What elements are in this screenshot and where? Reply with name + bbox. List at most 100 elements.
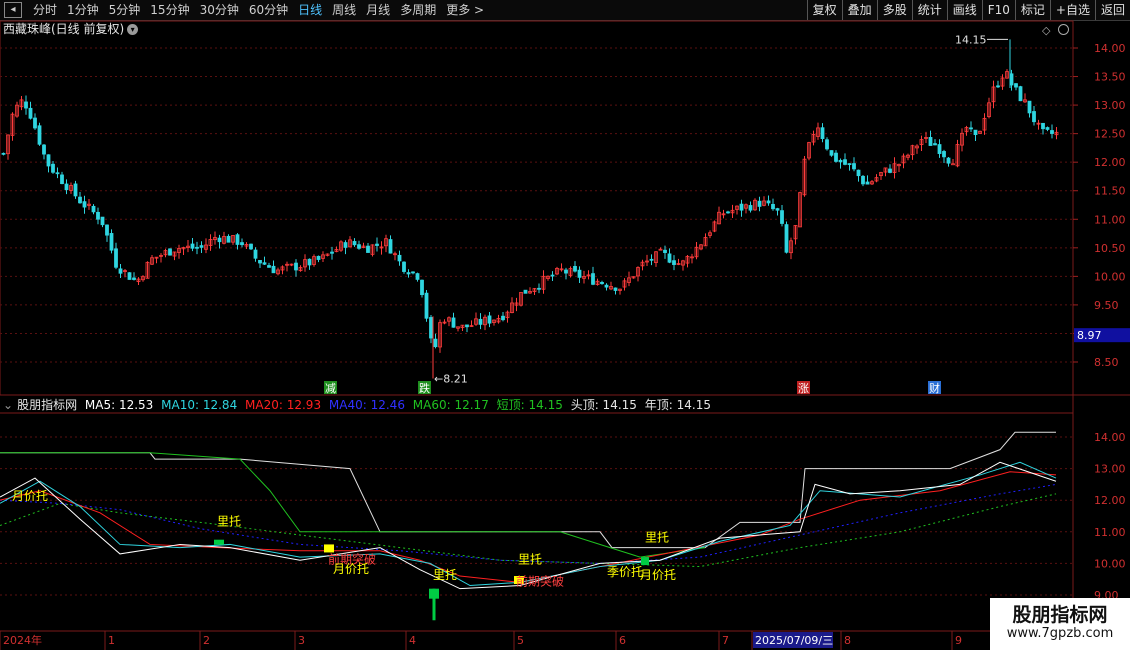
- candle: [676, 258, 681, 266]
- candle: [613, 287, 618, 295]
- candle: [330, 246, 334, 260]
- candle: [177, 244, 181, 259]
- candle: [546, 275, 550, 281]
- candle: [771, 198, 775, 211]
- time-axis-label: 1: [108, 634, 115, 647]
- candle: [280, 265, 285, 275]
- candle: [627, 271, 631, 287]
- candle: [564, 267, 568, 280]
- candle: [204, 238, 208, 254]
- candle: [667, 248, 672, 264]
- candle: [136, 277, 141, 285]
- candle: [852, 157, 856, 172]
- indicator-tick-label: 11.00: [1094, 526, 1126, 539]
- crosshair-date-label: 2025/07/09/三: [755, 634, 833, 647]
- candle: [910, 144, 915, 160]
- candle: [276, 267, 280, 276]
- candle: [798, 191, 802, 228]
- candle: [550, 271, 555, 282]
- candle: [55, 167, 60, 179]
- candle: [915, 144, 919, 154]
- candle: [924, 131, 928, 144]
- ma5-line: [0, 461, 1057, 590]
- candle: [267, 262, 271, 268]
- candle: [478, 313, 483, 330]
- candle: [523, 289, 528, 294]
- candle: [906, 153, 910, 161]
- candle: [406, 269, 411, 278]
- candle: [699, 244, 703, 251]
- indicator-tick-label: 12.00: [1094, 494, 1126, 507]
- candle: [721, 209, 726, 219]
- candle: [168, 248, 172, 256]
- candle: [591, 266, 595, 286]
- candle: [861, 175, 865, 187]
- candle: [996, 80, 1000, 88]
- candle: [829, 150, 834, 157]
- candle: [685, 254, 690, 268]
- candle: [64, 179, 69, 195]
- candle: [735, 205, 739, 215]
- candle: [991, 80, 996, 109]
- signal-label: 月价托: [12, 489, 48, 503]
- price-tick-label: 11.00: [1094, 213, 1126, 226]
- candle: [838, 158, 843, 169]
- indicator-name[interactable]: 股朋指标网: [17, 398, 77, 412]
- ma5-value: MA5: 12.53: [84, 398, 154, 412]
- price-tick-label: 14.00: [1094, 42, 1126, 55]
- candle: [469, 320, 474, 328]
- candle: [82, 195, 87, 214]
- candle: [402, 261, 406, 274]
- candle: [555, 266, 559, 276]
- candle: [528, 287, 532, 294]
- candle: [366, 242, 370, 253]
- candle: [384, 234, 388, 253]
- candle: [766, 195, 771, 206]
- candle: [595, 278, 600, 286]
- candle: [1023, 93, 1027, 103]
- candle: [892, 157, 897, 179]
- candle: [712, 220, 717, 233]
- signal-marker: [324, 544, 334, 553]
- candle: [226, 234, 231, 243]
- candle: [145, 261, 150, 279]
- ma40-value: MA40: 12.46: [328, 398, 405, 412]
- signal-label: 季价托: [607, 565, 643, 579]
- candle: [388, 235, 393, 254]
- candle: [262, 256, 267, 265]
- candle: [91, 204, 96, 215]
- candle: [271, 260, 276, 274]
- candle: [568, 266, 573, 278]
- chevron-down-icon[interactable]: ⌄: [3, 398, 13, 412]
- candle: [429, 315, 433, 344]
- candle: [883, 167, 888, 177]
- candle: [307, 258, 312, 270]
- price-tick-label: 12.50: [1094, 128, 1126, 141]
- candle: [456, 326, 460, 332]
- candle: [348, 236, 352, 248]
- candle: [87, 199, 91, 210]
- kline-chart[interactable]: 月价托里托前期突破月价托里托里托 前期突破季价托里托月价托 14.0013.501…: [0, 0, 1130, 650]
- candle: [600, 280, 604, 285]
- candle: [586, 270, 591, 280]
- candle: [150, 254, 154, 265]
- indicator-lines: 月价托里托前期突破月价托里托里托 前期突破季价托里托月价托: [0, 431, 1057, 621]
- candle: [249, 243, 253, 251]
- candle: [577, 266, 582, 283]
- signal-label: 月价托: [333, 562, 369, 576]
- ma60-value: MA60: 12.17: [412, 398, 489, 412]
- indicator-tick-label: 10.00: [1094, 557, 1126, 570]
- event-tag-label: 涨: [798, 382, 809, 395]
- candle: [919, 135, 924, 151]
- candle: [811, 130, 816, 146]
- candle: [213, 231, 217, 245]
- watermark-title: 股朋指标网: [1012, 604, 1108, 626]
- candle: [541, 270, 546, 294]
- candle: [303, 254, 307, 272]
- candle: [411, 271, 415, 275]
- candle: [339, 240, 343, 252]
- candle: [15, 101, 19, 118]
- candle: [730, 204, 735, 219]
- candle: [681, 259, 685, 271]
- candle: [294, 259, 298, 277]
